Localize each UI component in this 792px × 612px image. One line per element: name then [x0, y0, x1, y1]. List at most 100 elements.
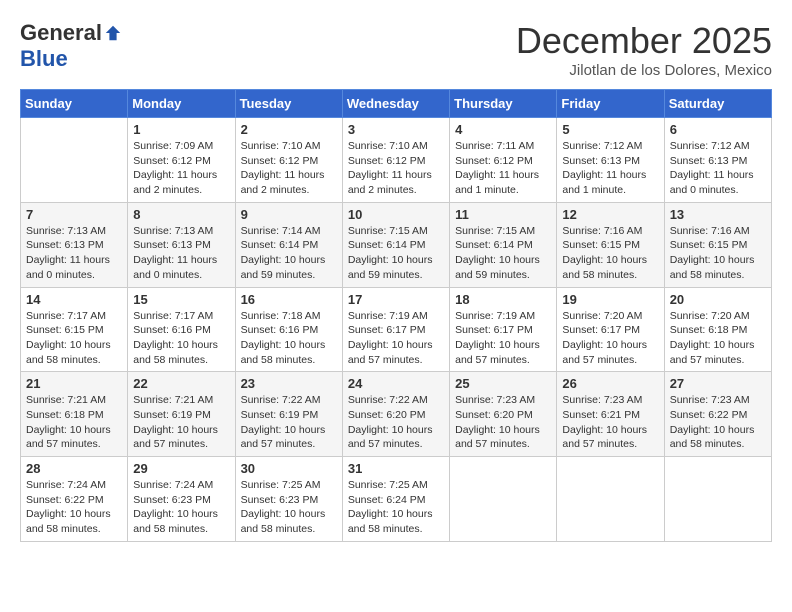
calendar-cell: 3 Sunrise: 7:10 AMSunset: 6:12 PMDaylight… [342, 118, 449, 203]
day-info: Sunrise: 7:21 AMSunset: 6:19 PMDaylight:… [133, 393, 229, 452]
day-info: Sunrise: 7:12 AMSunset: 6:13 PMDaylight:… [670, 139, 766, 198]
calendar-header-row: SundayMondayTuesdayWednesdayThursdayFrid… [21, 90, 772, 118]
day-number: 30 [241, 461, 337, 476]
calendar-cell: 1 Sunrise: 7:09 AMSunset: 6:12 PMDaylight… [128, 118, 235, 203]
calendar-header-sunday: Sunday [21, 90, 128, 118]
calendar-cell: 23 Sunrise: 7:22 AMSunset: 6:19 PMDayligh… [235, 372, 342, 457]
calendar-cell: 21 Sunrise: 7:21 AMSunset: 6:18 PMDayligh… [21, 372, 128, 457]
day-info: Sunrise: 7:24 AMSunset: 6:22 PMDaylight:… [26, 478, 122, 537]
day-number: 8 [133, 207, 229, 222]
calendar-cell: 4 Sunrise: 7:11 AMSunset: 6:12 PMDaylight… [450, 118, 557, 203]
day-info: Sunrise: 7:21 AMSunset: 6:18 PMDaylight:… [26, 393, 122, 452]
day-info: Sunrise: 7:11 AMSunset: 6:12 PMDaylight:… [455, 139, 551, 198]
day-number: 31 [348, 461, 444, 476]
day-number: 13 [670, 207, 766, 222]
calendar-cell [664, 457, 771, 542]
day-number: 19 [562, 292, 658, 307]
day-info: Sunrise: 7:15 AMSunset: 6:14 PMDaylight:… [348, 224, 444, 283]
day-info: Sunrise: 7:22 AMSunset: 6:20 PMDaylight:… [348, 393, 444, 452]
calendar-cell: 16Sunrise: 7:18 AMSunset: 6:16 PMDayligh… [235, 287, 342, 372]
calendar-cell: 11Sunrise: 7:15 AMSunset: 6:14 PMDayligh… [450, 202, 557, 287]
calendar-header-wednesday: Wednesday [342, 90, 449, 118]
logo-blue-text: Blue [20, 46, 68, 72]
calendar-cell [21, 118, 128, 203]
day-number: 23 [241, 376, 337, 391]
calendar-cell: 25 Sunrise: 7:23 AMSunset: 6:20 PMDayligh… [450, 372, 557, 457]
calendar-cell: 19Sunrise: 7:20 AMSunset: 6:17 PMDayligh… [557, 287, 664, 372]
title-area: December 2025 Jilotlan de los Dolores, M… [516, 20, 772, 79]
day-number: 14 [26, 292, 122, 307]
calendar-header-monday: Monday [128, 90, 235, 118]
day-number: 5 [562, 122, 658, 137]
day-info: Sunrise: 7:23 AMSunset: 6:20 PMDaylight:… [455, 393, 551, 452]
calendar-cell: 12 Sunrise: 7:16 AMSunset: 6:15 PMDayligh… [557, 202, 664, 287]
day-number: 25 [455, 376, 551, 391]
day-number: 3 [348, 122, 444, 137]
calendar-cell: 14Sunrise: 7:17 AMSunset: 6:15 PMDayligh… [21, 287, 128, 372]
calendar-table: SundayMondayTuesdayWednesdayThursdayFrid… [20, 89, 772, 542]
day-number: 24 [348, 376, 444, 391]
calendar-week-row: 1 Sunrise: 7:09 AMSunset: 6:12 PMDaylight… [21, 118, 772, 203]
day-info: Sunrise: 7:10 AMSunset: 6:12 PMDaylight:… [348, 139, 444, 198]
day-number: 4 [455, 122, 551, 137]
calendar-cell: 10 Sunrise: 7:15 AMSunset: 6:14 PMDayligh… [342, 202, 449, 287]
day-number: 1 [133, 122, 229, 137]
day-number: 29 [133, 461, 229, 476]
calendar-week-row: 28 Sunrise: 7:24 AMSunset: 6:22 PMDayligh… [21, 457, 772, 542]
calendar-cell: 22Sunrise: 7:21 AMSunset: 6:19 PMDayligh… [128, 372, 235, 457]
calendar-header-friday: Friday [557, 90, 664, 118]
day-info: Sunrise: 7:16 AMSunset: 6:15 PMDaylight:… [670, 224, 766, 283]
day-number: 10 [348, 207, 444, 222]
calendar-cell: 28 Sunrise: 7:24 AMSunset: 6:22 PMDayligh… [21, 457, 128, 542]
calendar-cell: 26Sunrise: 7:23 AMSunset: 6:21 PMDayligh… [557, 372, 664, 457]
calendar-week-row: 14Sunrise: 7:17 AMSunset: 6:15 PMDayligh… [21, 287, 772, 372]
day-info: Sunrise: 7:09 AMSunset: 6:12 PMDaylight:… [133, 139, 229, 198]
logo-general-text: General [20, 20, 102, 46]
calendar-cell: 6 Sunrise: 7:12 AMSunset: 6:13 PMDaylight… [664, 118, 771, 203]
calendar-cell: 8 Sunrise: 7:13 AMSunset: 6:13 PMDaylight… [128, 202, 235, 287]
calendar-cell: 15Sunrise: 7:17 AMSunset: 6:16 PMDayligh… [128, 287, 235, 372]
day-info: Sunrise: 7:13 AMSunset: 6:13 PMDaylight:… [26, 224, 122, 283]
page-header: General Blue December 2025 Jilotlan de l… [20, 20, 772, 79]
calendar-cell: 5Sunrise: 7:12 AMSunset: 6:13 PMDaylight… [557, 118, 664, 203]
calendar-week-row: 21 Sunrise: 7:21 AMSunset: 6:18 PMDayligh… [21, 372, 772, 457]
logo-icon [104, 24, 122, 42]
calendar-cell: 20 Sunrise: 7:20 AMSunset: 6:18 PMDayligh… [664, 287, 771, 372]
day-number: 20 [670, 292, 766, 307]
day-number: 12 [562, 207, 658, 222]
calendar-header-thursday: Thursday [450, 90, 557, 118]
day-info: Sunrise: 7:20 AMSunset: 6:18 PMDaylight:… [670, 309, 766, 368]
calendar-week-row: 7 Sunrise: 7:13 AMSunset: 6:13 PMDaylight… [21, 202, 772, 287]
day-number: 15 [133, 292, 229, 307]
day-number: 16 [241, 292, 337, 307]
calendar-cell: 18Sunrise: 7:19 AMSunset: 6:17 PMDayligh… [450, 287, 557, 372]
calendar-cell: 2 Sunrise: 7:10 AMSunset: 6:12 PMDaylight… [235, 118, 342, 203]
calendar-header-saturday: Saturday [664, 90, 771, 118]
calendar-cell: 7 Sunrise: 7:13 AMSunset: 6:13 PMDaylight… [21, 202, 128, 287]
day-number: 6 [670, 122, 766, 137]
day-number: 7 [26, 207, 122, 222]
day-info: Sunrise: 7:25 AMSunset: 6:24 PMDaylight:… [348, 478, 444, 537]
day-number: 9 [241, 207, 337, 222]
day-number: 2 [241, 122, 337, 137]
day-number: 27 [670, 376, 766, 391]
calendar-cell: 17Sunrise: 7:19 AMSunset: 6:17 PMDayligh… [342, 287, 449, 372]
calendar-cell [450, 457, 557, 542]
day-number: 11 [455, 207, 551, 222]
day-info: Sunrise: 7:24 AMSunset: 6:23 PMDaylight:… [133, 478, 229, 537]
calendar-cell: 24 Sunrise: 7:22 AMSunset: 6:20 PMDayligh… [342, 372, 449, 457]
calendar-cell: 27 Sunrise: 7:23 AMSunset: 6:22 PMDayligh… [664, 372, 771, 457]
day-info: Sunrise: 7:23 AMSunset: 6:22 PMDaylight:… [670, 393, 766, 452]
day-number: 18 [455, 292, 551, 307]
day-info: Sunrise: 7:10 AMSunset: 6:12 PMDaylight:… [241, 139, 337, 198]
day-info: Sunrise: 7:23 AMSunset: 6:21 PMDaylight:… [562, 393, 658, 452]
calendar-cell: 9Sunrise: 7:14 AMSunset: 6:14 PMDaylight… [235, 202, 342, 287]
day-number: 28 [26, 461, 122, 476]
location-subtitle: Jilotlan de los Dolores, Mexico [516, 62, 772, 79]
day-info: Sunrise: 7:16 AMSunset: 6:15 PMDaylight:… [562, 224, 658, 283]
calendar-header-tuesday: Tuesday [235, 90, 342, 118]
day-info: Sunrise: 7:22 AMSunset: 6:19 PMDaylight:… [241, 393, 337, 452]
day-info: Sunrise: 7:19 AMSunset: 6:17 PMDaylight:… [348, 309, 444, 368]
day-info: Sunrise: 7:13 AMSunset: 6:13 PMDaylight:… [133, 224, 229, 283]
day-number: 21 [26, 376, 122, 391]
